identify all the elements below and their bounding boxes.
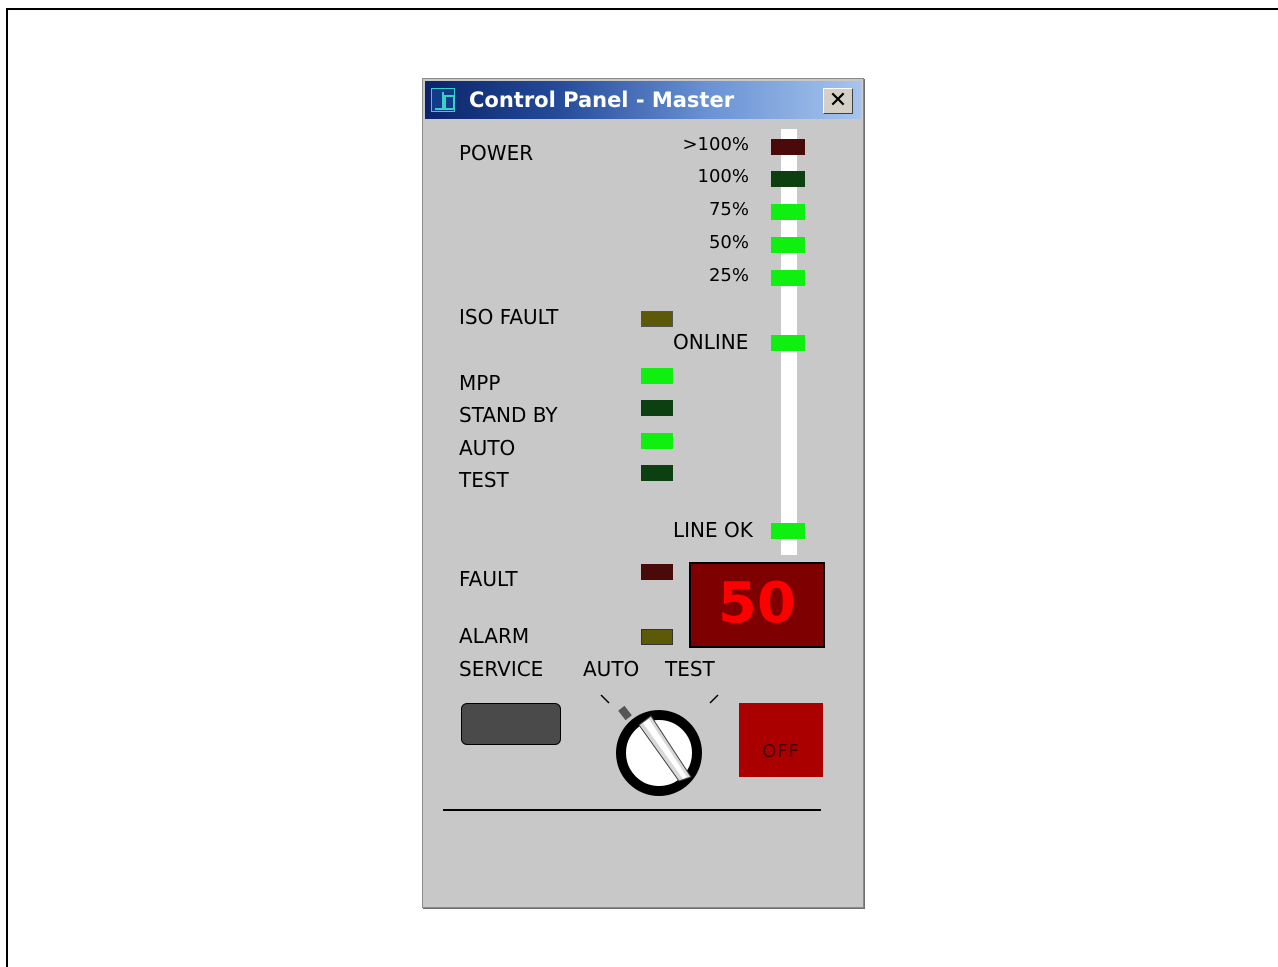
power-level-label: 25% (708, 265, 749, 286)
fault-label: FAULT (459, 567, 518, 591)
control-panel-window: Control Panel - Master ✕ POWER >100% 100… (422, 78, 864, 908)
test-tick-mark (709, 694, 719, 704)
power-label: POWER (459, 141, 534, 165)
power-led-50 (771, 237, 805, 253)
power-led-25 (771, 270, 805, 286)
stand-by-led (641, 400, 673, 416)
power-display: 50 (689, 562, 825, 648)
title-bar[interactable]: Control Panel - Master ✕ (425, 81, 861, 119)
test-led (641, 465, 673, 481)
mpp-label: MPP (459, 371, 501, 395)
alarm-led (641, 629, 673, 645)
close-button[interactable]: ✕ (823, 88, 853, 114)
close-icon: ✕ (828, 88, 848, 113)
auto-led (641, 433, 673, 449)
iso-fault-label: ISO FAULT (459, 305, 559, 329)
divider (443, 809, 821, 811)
power-level-label: >100% (682, 134, 749, 155)
stand-by-label: STAND BY (459, 403, 558, 427)
mode-auto-label: AUTO (583, 657, 640, 681)
power-led-100 (771, 171, 805, 187)
off-button[interactable]: OFF (739, 703, 823, 777)
off-button-label: OFF (762, 741, 800, 762)
online-led (771, 335, 805, 351)
fault-led (641, 564, 673, 580)
power-level-label: 50% (708, 232, 749, 253)
app-icon (431, 88, 455, 112)
mode-selector-knob[interactable] (599, 685, 719, 801)
service-label: SERVICE (459, 657, 544, 681)
power-level-label: 100% (697, 166, 749, 187)
power-display-value: 50 (718, 571, 796, 636)
knob-pointer-tip (618, 705, 632, 721)
mpp-led (641, 368, 673, 384)
power-level-label: 75% (708, 199, 749, 220)
line-ok-led (771, 523, 805, 539)
service-button[interactable] (461, 703, 561, 745)
window-title: Control Panel - Master (469, 88, 735, 112)
auto-label: AUTO (459, 436, 516, 460)
power-led-75 (771, 204, 805, 220)
power-led-over-100 (771, 139, 805, 155)
iso-fault-led (641, 311, 673, 327)
line-ok-label: LINE OK (673, 518, 753, 542)
test-label: TEST (459, 468, 509, 492)
online-label: ONLINE (673, 330, 749, 354)
auto-tick-mark (600, 694, 610, 704)
alarm-label: ALARM (459, 624, 530, 648)
mode-test-label: TEST (665, 657, 715, 681)
